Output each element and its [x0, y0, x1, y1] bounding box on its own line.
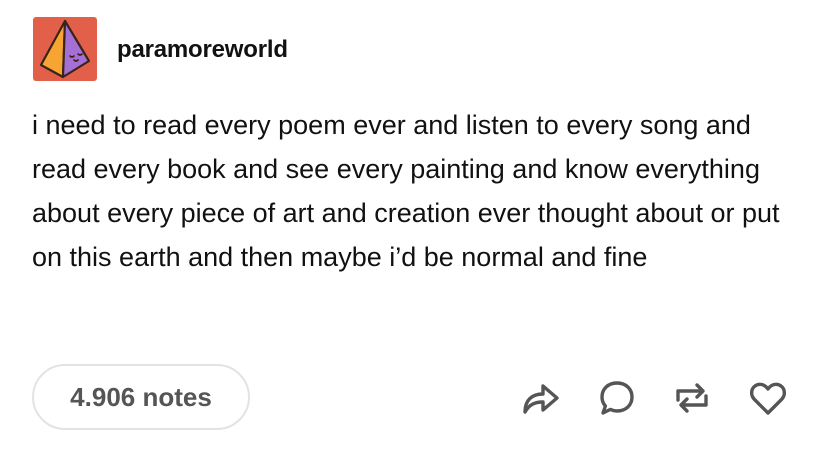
notes-count-label: 4.906 notes — [70, 381, 212, 412]
heart-icon — [749, 382, 787, 415]
speech-bubble-icon — [600, 381, 634, 415]
notes-count-button[interactable]: 4.906 notes — [32, 364, 250, 430]
share-arrow-icon — [523, 384, 559, 414]
reblog-icon — [676, 383, 708, 413]
share-button[interactable] — [521, 378, 561, 418]
post-body: i need to read every poem ever and liste… — [32, 103, 802, 279]
reply-button[interactable] — [597, 378, 637, 418]
reblog-button[interactable] — [672, 378, 712, 418]
tumblr-post: paramoreworld i need to read every poem … — [0, 0, 828, 453]
blog-username[interactable]: paramoreworld — [117, 36, 288, 64]
blog-avatar[interactable] — [33, 17, 97, 81]
post-body-text: i need to read every poem ever and liste… — [32, 110, 780, 272]
like-button[interactable] — [748, 378, 788, 418]
pyramid-face-icon — [33, 17, 97, 81]
